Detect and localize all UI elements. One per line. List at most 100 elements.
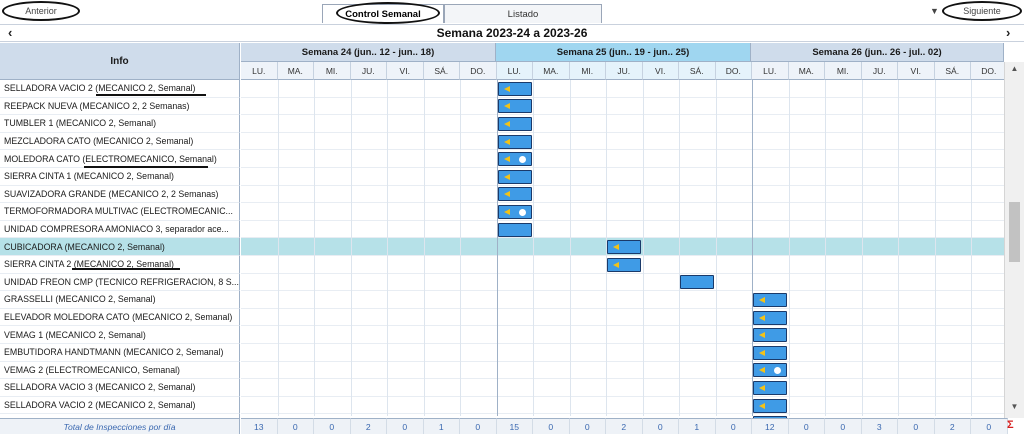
inspection-block[interactable]: [497, 117, 532, 131]
schedule-row[interactable]: [241, 80, 1004, 98]
daily-total: 15: [496, 418, 533, 434]
schedule-row[interactable]: [241, 274, 1004, 292]
inspection-block[interactable]: [497, 222, 532, 237]
next-button-label: Siguiente: [963, 6, 1001, 16]
day-header: SÁ.: [934, 62, 971, 80]
day-header: LU.: [496, 62, 533, 80]
day-header: MI.: [569, 62, 606, 80]
row-label[interactable]: TUMBLER 1 (MECANICO 2, Semanal): [0, 115, 240, 133]
day-divider: [569, 80, 571, 416]
schedule-row[interactable]: [241, 362, 1004, 380]
row-label[interactable]: EMBUTIDORA HANDTMANN (MECANICO 2, Semana…: [0, 344, 240, 362]
inspection-block[interactable]: [753, 398, 787, 413]
inspection-block[interactable]: [753, 381, 787, 395]
inspection-block[interactable]: [497, 169, 532, 184]
row-label[interactable]: ELEVADOR MOLEDORA CATO (MECANICO 2, Sema…: [0, 308, 240, 327]
daily-total: 2: [350, 418, 387, 434]
daily-total: 1: [423, 418, 460, 434]
day-header: DO.: [971, 62, 1008, 80]
day-header: JU.: [861, 62, 898, 80]
schedule-row[interactable]: [241, 221, 1004, 239]
daily-total: 0: [533, 418, 570, 434]
inspection-block[interactable]: [753, 345, 787, 360]
week-header[interactable]: Semana 26 (jun.. 26 - jul.. 02): [751, 43, 1004, 62]
daily-total: 0: [642, 418, 679, 434]
row-label[interactable]: SIERRA CINTA 1 (MECANICO 2, Semanal): [0, 168, 240, 186]
inspection-block[interactable]: [753, 293, 787, 307]
tab-listado[interactable]: Listado: [444, 4, 602, 23]
row-label[interactable]: GRASSELLI (MECANICO 2, Semanal): [0, 291, 240, 309]
schedule-row[interactable]: [241, 291, 1004, 309]
daily-total: 0: [569, 418, 606, 434]
daily-total: 13: [241, 418, 278, 434]
schedule-row[interactable]: [241, 150, 1004, 168]
annotation-underline: [72, 268, 180, 270]
scroll-up-icon[interactable]: ▲: [1005, 64, 1024, 78]
arrow-left-icon: [503, 138, 510, 145]
schedule-row[interactable]: [241, 344, 1004, 362]
inspection-block[interactable]: [497, 205, 532, 219]
daily-total: 2: [934, 418, 971, 434]
week-header-current[interactable]: Semana 25 (jun.. 19 - jun.. 25): [496, 43, 751, 62]
schedule-row[interactable]: [241, 98, 1004, 116]
arrow-left-icon: [503, 191, 510, 198]
chevron-right-icon[interactable]: ›: [1006, 25, 1010, 40]
vertical-scrollbar[interactable]: ▲ ▼: [1004, 62, 1024, 418]
day-divider: [314, 80, 315, 416]
daily-total: 0: [277, 418, 314, 434]
inspection-block[interactable]: [753, 310, 787, 325]
arrow-left-icon: [503, 103, 510, 110]
inspection-block[interactable]: [497, 134, 532, 149]
total-inspections-label: Total de Inspecciones por día: [0, 418, 240, 434]
inspection-block[interactable]: [753, 363, 787, 378]
dot-icon: [518, 156, 526, 164]
previous-button[interactable]: Anterior: [2, 1, 80, 21]
inspection-block[interactable]: [497, 152, 532, 167]
daily-total: 0: [898, 418, 935, 434]
daily-total: 0: [314, 418, 351, 434]
day-header: MA.: [788, 62, 825, 80]
row-label[interactable]: UNIDAD FREON CMP (TECNICO REFRIGERACION,…: [0, 273, 240, 292]
inspection-block[interactable]: [680, 275, 714, 290]
total-inspections-text: Total de Inspecciones por día: [63, 421, 176, 432]
row-label[interactable]: TERMOFORMADORA MULTIVAC (ELECTROMECANIC.…: [0, 203, 240, 221]
row-label[interactable]: SUAVIZADORA GRANDE (MECANICO 2, 2 Semana…: [0, 185, 240, 204]
day-divider: [387, 80, 388, 416]
schedule-row[interactable]: [241, 133, 1004, 151]
schedule-row[interactable]: [241, 309, 1004, 327]
sum-icon[interactable]: Σ: [1007, 419, 1014, 431]
inspection-block[interactable]: [607, 240, 641, 255]
row-label[interactable]: SIERRA CINTA 2 (MECANICO 2, Semanal): [0, 256, 240, 274]
scroll-thumb[interactable]: [1009, 202, 1020, 262]
arrow-left-icon: [613, 261, 619, 268]
info-column-header[interactable]: Info: [0, 43, 240, 80]
row-label[interactable]: MEZCLADORA CATO (MECANICO 2, Semanal): [0, 132, 240, 151]
row-label[interactable]: SELLADORA VACIO 2 (MECANICO 2, Semanal): [0, 396, 240, 415]
row-label[interactable]: VEMAG 2 (ELECTROMECANICO, Semanal): [0, 361, 240, 380]
day-divider: [277, 80, 279, 416]
schedule-row[interactable]: [241, 326, 1004, 344]
schedule-row[interactable]: [241, 115, 1004, 133]
row-label[interactable]: SELLADORA VACIO 3 (MECANICO 2, Semanal): [0, 379, 240, 397]
row-label[interactable]: VEMAG 1 (MECANICO 2, Semanal): [0, 326, 240, 344]
row-label[interactable]: UNIDAD COMPRESORA AMONIACO 3, separador …: [0, 220, 240, 239]
schedule-row[interactable]: [241, 168, 1004, 186]
schedule-row[interactable]: [241, 379, 1004, 397]
scroll-down-icon[interactable]: ▼: [1005, 402, 1024, 416]
next-button[interactable]: Siguiente: [942, 1, 1022, 21]
row-label[interactable]: CUBICADORA (MECANICO 2, Semanal): [0, 238, 240, 256]
inspection-block[interactable]: [607, 257, 641, 272]
inspection-block[interactable]: [497, 187, 532, 202]
day-header: SÁ.: [423, 62, 460, 80]
arrow-left-icon: [503, 121, 510, 127]
schedule-row[interactable]: [241, 203, 1004, 221]
week-header[interactable]: Semana 24 (jun.. 12 - jun.. 18): [241, 43, 496, 62]
arrow-left-icon: [759, 332, 765, 339]
schedule-row[interactable]: [241, 186, 1004, 204]
filter-icon[interactable]: ▼: [930, 6, 939, 16]
inspection-block[interactable]: [497, 99, 532, 114]
schedule-row[interactable]: [241, 397, 1004, 415]
row-label[interactable]: REEPACK NUEVA (MECANICO 2, 2 Semanas): [0, 97, 240, 116]
inspection-block[interactable]: [753, 328, 787, 343]
inspection-block[interactable]: [497, 81, 532, 96]
